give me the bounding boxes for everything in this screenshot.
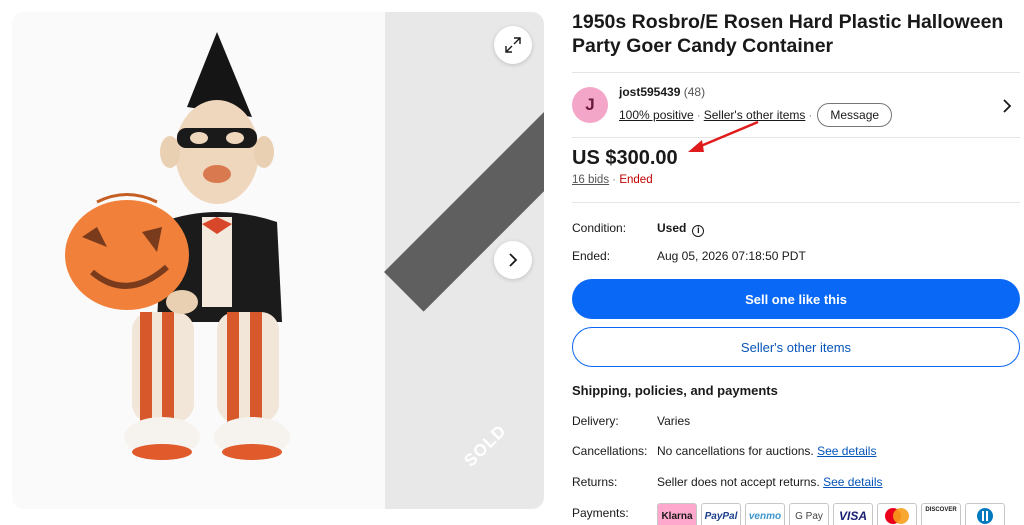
venmo-icon: venmo: [745, 503, 785, 525]
expand-image-button[interactable]: [494, 26, 532, 64]
diners-club-icon: [965, 503, 1005, 525]
next-image-button[interactable]: [494, 241, 532, 279]
seller-chevron-icon[interactable]: [1002, 99, 1012, 118]
delivery-label: Delivery:: [572, 414, 619, 428]
ended-value: Aug 05, 2026 07:18:50 PDT: [657, 249, 806, 263]
sellers-other-items-button[interactable]: Seller's other items: [572, 327, 1020, 367]
seller-name-line: jost595439 (48): [619, 85, 705, 99]
item-details-panel: 1950s Rosbro/E Rosen Hard Plastic Hallow…: [572, 10, 1020, 520]
price: US $300.00: [572, 147, 678, 169]
discover-icon: DISCOVER: [921, 503, 961, 525]
message-button[interactable]: Message: [817, 103, 893, 127]
payments-label: Payments:: [572, 506, 629, 520]
google-pay-icon: G Pay: [789, 503, 829, 525]
condition-label: Condition:: [572, 221, 627, 235]
seller-avatar[interactable]: J: [572, 87, 608, 123]
returns-text: Seller does not accept returns.: [657, 475, 820, 489]
sell-one-like-this-button[interactable]: Sell one like this: [572, 279, 1020, 319]
visa-icon: VISA: [833, 503, 873, 525]
cancellations-label: Cancellations:: [572, 444, 648, 458]
expand-icon: [505, 37, 521, 53]
cancellations-value: No cancellations for auctions. See detai…: [657, 444, 876, 458]
chevron-right-icon: [509, 253, 518, 267]
sold-ribbon: [12, 12, 544, 509]
image-gallery[interactable]: SOLD: [12, 12, 544, 509]
condition-value: Used i: [657, 221, 705, 237]
red-arrow-annotation: [688, 120, 759, 152]
item-title: 1950s Rosbro/E Rosen Hard Plastic Hallow…: [572, 11, 1004, 57]
bids-status: 16 bids · Ended: [572, 174, 653, 186]
seller-card[interactable]: J jost595439 (48) 100% positive · Seller…: [572, 72, 1020, 138]
divider: [572, 202, 1020, 203]
payment-methods: Klarna PayPal venmo G Pay VISA DISCOVER: [657, 503, 1005, 525]
shipping-section-title: Shipping, policies, and payments: [572, 383, 778, 398]
seller-username[interactable]: jost595439: [619, 85, 680, 99]
returns-value: Seller does not accept returns. See deta…: [657, 475, 882, 489]
mastercard-icon: [877, 503, 917, 525]
cancellations-text: No cancellations for auctions.: [657, 444, 814, 458]
returns-label: Returns:: [572, 475, 618, 489]
auction-status: Ended: [619, 174, 653, 186]
bids-link[interactable]: 16 bids: [572, 174, 609, 186]
condition-text: Used: [657, 221, 687, 235]
info-icon[interactable]: i: [692, 225, 705, 237]
separator-dot: ·: [808, 108, 813, 122]
separator-dot: ·: [612, 174, 617, 186]
klarna-icon: Klarna: [657, 503, 697, 525]
returns-see-details-link[interactable]: See details: [823, 475, 882, 489]
paypal-icon: PayPal: [701, 503, 741, 525]
cancellations-see-details-link[interactable]: See details: [817, 444, 876, 458]
delivery-value: Varies: [657, 414, 691, 428]
ended-label: Ended:: [572, 249, 611, 263]
seller-feedback-count: (48): [683, 85, 706, 99]
